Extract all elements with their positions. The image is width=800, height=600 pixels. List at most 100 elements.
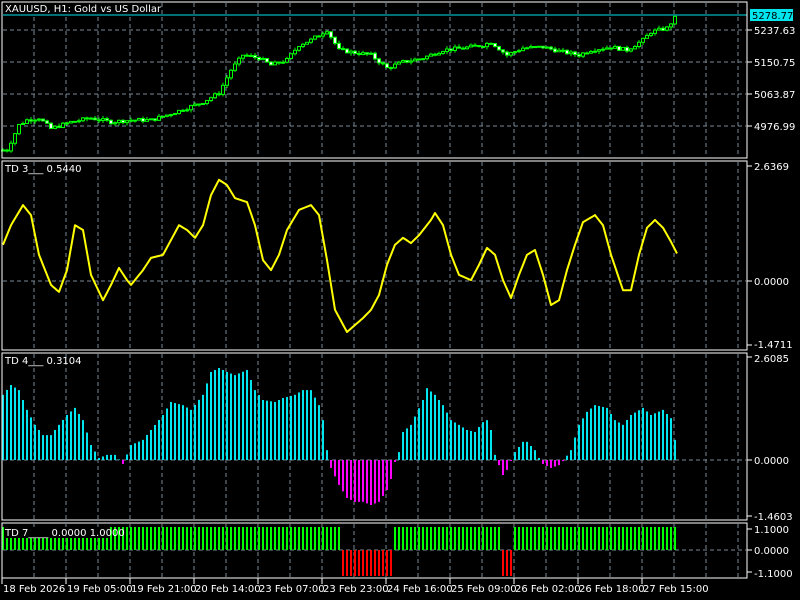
candle-body xyxy=(133,119,137,122)
candle-body xyxy=(413,58,417,62)
td4-bar xyxy=(402,431,404,460)
trading-chart-window[interactable]: XAUUSD, H1: Gold vs US Dollar TD 3___ 0.… xyxy=(0,0,800,600)
candle-body xyxy=(569,51,573,55)
candle-body xyxy=(461,47,465,50)
candle-body xyxy=(361,52,365,55)
candle-body xyxy=(209,97,213,101)
td7-bar-positive xyxy=(482,527,484,550)
td4-bar xyxy=(590,408,592,460)
td7-bar-positive xyxy=(174,527,176,550)
td7-bar-positive xyxy=(178,527,180,550)
candle-body xyxy=(445,48,449,53)
candle-body xyxy=(349,50,353,54)
td7-bar-positive xyxy=(594,527,596,550)
td4-bar xyxy=(294,394,296,460)
td4-bar xyxy=(650,414,652,460)
candle-body xyxy=(517,50,521,53)
candle-body xyxy=(465,46,469,50)
candle-body xyxy=(153,118,157,121)
td4-bar xyxy=(666,414,668,460)
td4-bar xyxy=(546,460,548,466)
td7-bar-positive xyxy=(402,527,404,550)
candle-body xyxy=(233,63,237,71)
td4-bar xyxy=(86,432,88,460)
candle-body xyxy=(493,43,497,48)
candle-body xyxy=(513,51,517,54)
td4-bar xyxy=(10,384,12,460)
td7-bar-positive xyxy=(546,527,548,550)
td4-bar xyxy=(150,429,152,460)
candle-body xyxy=(589,51,593,54)
candle-body xyxy=(477,45,481,48)
td4-bar xyxy=(26,409,28,460)
candle-body xyxy=(81,117,85,122)
td7-bar-positive xyxy=(478,527,480,550)
candle-body xyxy=(33,119,37,122)
candle-body xyxy=(197,103,201,106)
price-tick: 5237.63 xyxy=(754,26,795,37)
td7-bar-positive xyxy=(542,527,544,550)
td4-bar xyxy=(530,445,532,460)
td4-bar xyxy=(246,369,248,460)
time-axis[interactable]: 18 Feb 2026 19 Feb 05:0019 Feb 21:0020 Fe… xyxy=(1,578,709,595)
candle-body xyxy=(597,49,601,52)
td4-bar xyxy=(610,414,612,460)
candle-body xyxy=(177,109,181,115)
td7-bar-positive xyxy=(162,527,164,550)
candle-body xyxy=(469,44,473,48)
td4-bar xyxy=(674,439,676,460)
candle-body xyxy=(649,32,653,36)
candle-body xyxy=(101,118,105,121)
td4-bar xyxy=(330,460,332,468)
td4-bar xyxy=(222,369,224,460)
td4-bar xyxy=(370,460,372,506)
candle-body xyxy=(305,41,309,45)
td4-bar xyxy=(154,424,156,460)
td7-bar-negative xyxy=(382,550,384,576)
chart-canvas[interactable]: XAUUSD, H1: Gold vs US Dollar TD 3___ 0.… xyxy=(0,0,800,600)
td4-bar xyxy=(634,412,636,460)
candle-body xyxy=(5,149,9,152)
td7-bar-positive xyxy=(190,527,192,550)
candle-body xyxy=(625,46,629,52)
td4-bar xyxy=(206,383,208,460)
td4-bar xyxy=(358,460,360,502)
td7-bar-positive xyxy=(270,527,272,550)
candle-body xyxy=(397,61,401,65)
time-label: 26 Feb 02:00 xyxy=(515,584,581,595)
candle-body xyxy=(541,45,545,49)
td7-bar-positive xyxy=(210,527,212,550)
candle-body xyxy=(293,49,297,55)
candle-body xyxy=(273,61,277,66)
candle-body xyxy=(329,31,333,38)
candle-body xyxy=(253,55,257,58)
td4-bar xyxy=(434,394,436,460)
td4-bar xyxy=(94,451,96,460)
td4-bar xyxy=(102,456,104,460)
td7-bar-positive xyxy=(494,527,496,550)
td4-bar xyxy=(618,422,620,460)
candle-body xyxy=(321,33,325,37)
td4-bar xyxy=(138,441,140,460)
candle-body xyxy=(585,52,589,55)
td4-bar xyxy=(74,407,76,460)
td7-bar-positive xyxy=(554,527,556,550)
price-axis[interactable]: 5237.63 5150.75 5063.87 4976.99 5278.77 … xyxy=(750,9,795,580)
time-label: 23 Feb 23:00 xyxy=(323,584,389,595)
candle-body xyxy=(453,46,457,51)
candle-body xyxy=(105,118,109,121)
td7-bar-positive xyxy=(586,527,588,550)
td4-bar xyxy=(218,368,220,460)
td4-bar xyxy=(254,390,256,460)
td4-bar xyxy=(186,407,188,460)
td4-bar xyxy=(54,429,56,460)
td4-bar xyxy=(550,460,552,468)
candle-body xyxy=(157,115,161,121)
td7-bar-positive xyxy=(230,527,232,550)
candle-body xyxy=(621,46,625,51)
candle-body xyxy=(261,58,265,61)
candle-body xyxy=(121,119,125,124)
candle-body xyxy=(581,52,585,57)
td7-label: TD 7____ 0.0000 1.0000 xyxy=(4,528,125,539)
td7-bar-positive xyxy=(218,527,220,550)
